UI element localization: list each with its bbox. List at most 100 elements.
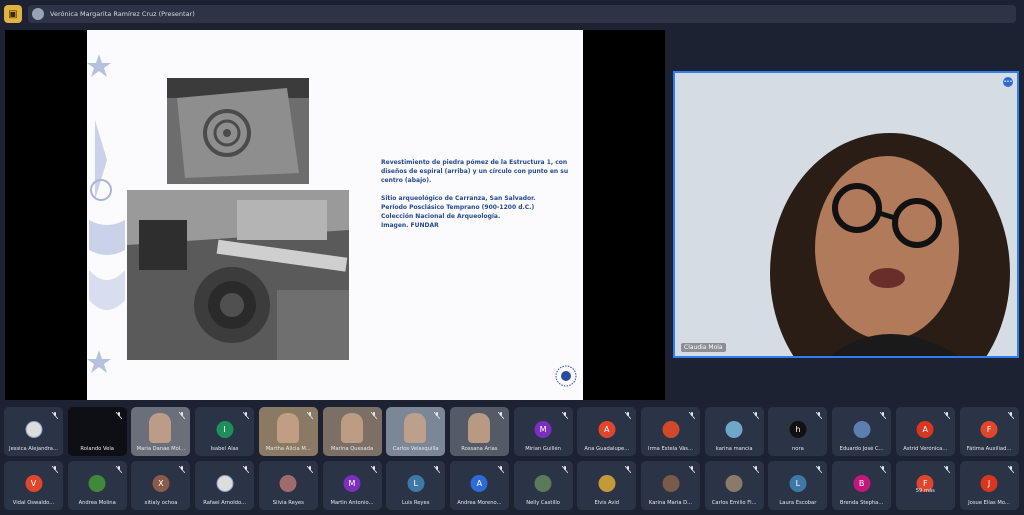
participant-name: Martin Antonio... [330,500,374,506]
participant-name: María Danae Mol... [136,446,186,452]
participant-tile[interactable]: A Astrid Verónica... [895,407,955,456]
participant-name: Brenda Stepha... [839,500,884,506]
participant-tile[interactable]: Carlos Velasquilla [386,407,446,456]
participant-tile[interactable]: F 59 más [895,461,955,510]
participant-name: Fátima Auxiliad... [966,446,1012,452]
participant-tile[interactable]: M Mirian Guillén [513,407,573,456]
participant-tile[interactable]: Rossana Arias [449,407,509,456]
participant-avatar [88,475,106,492]
more-options-icon[interactable]: ••• [1003,77,1013,87]
folder-icon: ▣ [8,8,18,20]
participant-avatar: h [789,421,807,438]
mic-muted-icon [561,412,568,419]
mic-muted-icon [625,466,632,473]
participant-name: xitialy ochoa [144,500,178,506]
active-speaker-video[interactable]: ••• Claudia Mola [673,71,1019,358]
participant-avatar: A [598,421,616,438]
participant-tile[interactable]: J Josue Elías Mo... [959,461,1019,510]
app-menu-button[interactable]: ▣ [4,5,22,23]
participant-name: Elvis Avid [594,500,620,506]
participant-avatar: M [343,475,361,492]
participant-tile[interactable]: A Ana Guadalupe... [577,407,637,456]
participant-name: Silvia Reyes [272,500,304,506]
participant-avatar [25,421,42,438]
participant-name: Martha Alicia M... [265,446,311,452]
participant-tile[interactable]: Elvis Avid [577,461,637,510]
speaker-portrait [675,73,1017,356]
participant-avatar [725,421,743,438]
participant-tile[interactable]: Martha Alicia M... [258,407,318,456]
participant-name: Vidal Oswaldo... [12,500,55,506]
participant-name: Carlos Emilio Fl... [711,500,757,506]
participant-tile[interactable]: B Brenda Stepha... [832,461,892,510]
participant-tile[interactable]: María Danae Mol... [131,407,191,456]
participant-avatar: A [916,421,934,438]
mic-muted-icon [306,412,313,419]
participant-tile[interactable]: L Luis Reyes [386,461,446,510]
mic-muted-icon [880,412,887,419]
participant-tile[interactable]: karina mancia [704,407,764,456]
mic-muted-icon [115,412,122,419]
participant-name: Eduardo José C... [839,446,884,452]
participant-tile[interactable]: Carlos Emilio Fl... [704,461,764,510]
participant-tile[interactable]: Rolando Vela [67,407,127,456]
participant-video [467,413,490,443]
mic-muted-icon [752,412,759,419]
participant-tile[interactable]: Rafael Arnoldo... [195,461,255,510]
participant-name: Isabel Alas [210,446,239,452]
mic-muted-icon [943,466,950,473]
participant-tile[interactable]: Xxitialy ochoa [131,461,191,510]
participant-tile[interactable]: Nelly Castillo [513,461,573,510]
participant-tile[interactable]: Silvia Reyes [258,461,318,510]
participant-video [340,413,363,443]
participant-tile[interactable]: F Fátima Auxiliad... [959,407,1019,456]
mic-muted-icon [434,412,441,419]
participant-tile[interactable]: Irma Estela Vás... [641,407,700,456]
participant-tile[interactable]: A Andrea Moreno... [449,461,509,510]
caption-collection: Colección Nacional de Arqueología. [381,213,501,220]
more-participants-label: 59 más [915,488,935,494]
participant-name: Luis Reyes [401,500,430,506]
participant-tile[interactable]: V Vidal Oswaldo... [4,461,63,510]
mic-muted-icon [370,466,377,473]
participant-tile[interactable]: M Martin Antonio... [322,461,382,510]
mic-muted-icon [243,412,250,419]
slide-decoration [87,54,125,373]
participant-tile[interactable]: Jessica Alejandra... [4,407,63,456]
participant-name: Jessica Alejandra... [9,446,58,452]
participant-avatar: V [25,475,42,492]
mic-muted-icon [179,412,186,419]
participant-tile[interactable]: Eduardo José C... [832,407,892,456]
presenter-indicator[interactable]: Verónica Margarita Ramírez Cruz (Present… [28,5,1016,23]
participant-avatar [216,475,234,492]
mic-muted-icon [816,466,823,473]
participant-tile[interactable]: Karina María D... [641,461,700,510]
participant-tile[interactable]: Marina Quesada [322,407,382,456]
participant-name: Carlos Velasquilla [392,446,439,452]
speaker-name: Claudia Mola [681,343,726,352]
mic-muted-icon [497,412,504,419]
participant-name: Laura Escobar [779,500,817,506]
shared-screen: Revestimiento de piedra pómez de la Estr… [5,30,665,400]
participant-name: Ana Guadalupe... [584,446,630,452]
participant-avatar [279,475,297,492]
mic-muted-icon [52,412,58,419]
participant-name: Andrea Moreno... [457,500,502,506]
participant-name: Josue Elías Mo... [968,500,1010,506]
participant-avatar: F [980,421,998,438]
participant-tile[interactable]: I Isabel Alas [195,407,255,456]
participant-tile[interactable]: Andrea Molina [67,461,127,510]
participant-avatar [662,475,679,492]
spiral-stone-photo [167,78,309,184]
mic-muted-icon [497,466,504,473]
participant-tile[interactable]: h nora [768,407,828,456]
caption-period: Período Posclásico Temprano (900-1200 d.… [381,204,535,211]
caption-description: Revestimiento de piedra pómez de la Estr… [381,159,569,184]
participant-avatar: L [407,475,425,492]
participant-avatar [598,475,616,492]
mic-muted-icon [434,466,441,473]
presenter-avatar [32,8,44,20]
mic-muted-icon [880,466,887,473]
participant-name: Marina Quesada [330,446,374,452]
participant-tile[interactable]: L Laura Escobar [768,461,828,510]
